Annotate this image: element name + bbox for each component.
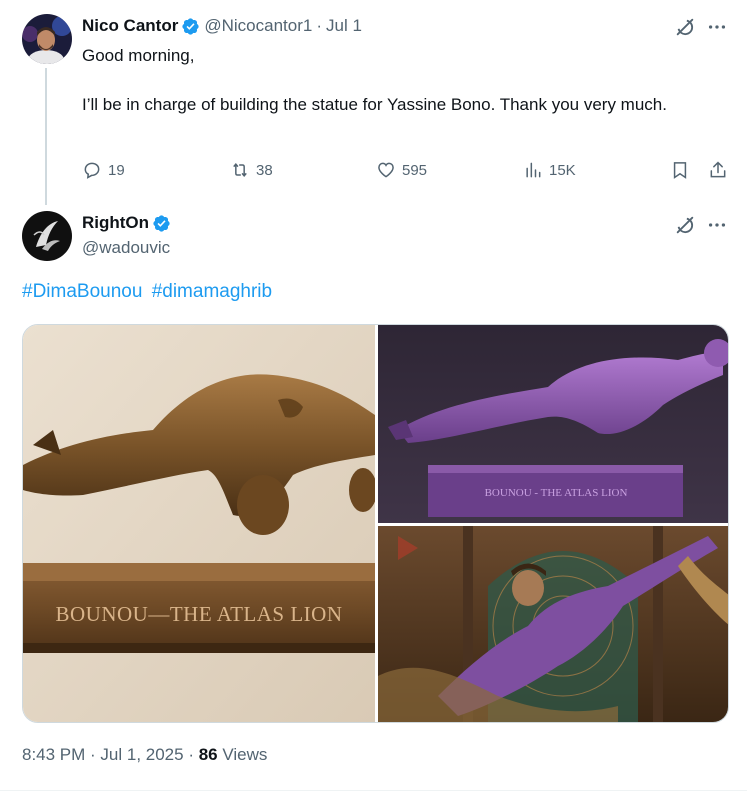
retweet-icon <box>233 162 247 178</box>
tweet-date[interactable]: Jul 1 <box>326 16 362 36</box>
hashtags: #DimaBounou #dimamaghrib <box>22 281 276 303</box>
media-image-3[interactable] <box>378 526 728 722</box>
tweet-timestamp[interactable]: 8:43 PM · Jul 1, 2025 · 86 Views <box>22 745 267 765</box>
tweet1-header: Nico Cantor @Nicocantor1 · Jul 1 <box>82 16 362 36</box>
media-grid: BOUNOU—THE ATLAS LION BOUNOU - THE ATLAS… <box>22 324 729 723</box>
reply-icon <box>84 162 100 179</box>
hashtag-link[interactable]: #dimamaghrib <box>152 281 272 302</box>
plaque-text: BOUNOU—THE ATLAS LION <box>56 602 343 626</box>
views-label: Views <box>217 745 268 764</box>
tweet2-header: RightOn <box>82 213 171 233</box>
retweet-button[interactable]: 38 <box>230 160 273 180</box>
bookmark-icon[interactable] <box>670 160 690 180</box>
avatar-nico-cantor[interactable] <box>22 14 72 64</box>
author-name[interactable]: RightOn <box>82 213 149 233</box>
bottom-divider <box>0 790 747 791</box>
verified-badge-icon <box>182 17 199 35</box>
share-icon[interactable] <box>708 160 728 180</box>
hashtag-link[interactable]: #DimaBounou <box>22 281 142 302</box>
verified-badge-icon <box>153 214 170 232</box>
views-icon <box>526 162 541 178</box>
timestamp-text: 8:43 PM · Jul 1, 2025 · <box>22 745 199 764</box>
author-name[interactable]: Nico Cantor <box>82 16 178 36</box>
thread-connector-line <box>45 68 47 205</box>
grok-icon[interactable] <box>674 16 696 38</box>
reply-button[interactable]: 19 <box>82 160 125 180</box>
views-count: 15K <box>549 161 576 179</box>
like-icon <box>378 162 394 178</box>
views-count-bold: 86 <box>198 745 218 764</box>
grok-icon[interactable] <box>674 214 696 236</box>
more-icon[interactable] <box>706 16 728 38</box>
more-icon[interactable] <box>706 214 728 236</box>
retweet-count: 38 <box>256 161 273 179</box>
like-button[interactable]: 595 <box>376 160 427 180</box>
views-button[interactable]: 15K <box>523 160 576 180</box>
separator-dot: · <box>316 16 322 35</box>
plaque-text: BOUNOU - THE ATLAS LION <box>485 487 628 499</box>
media-image-2[interactable]: BOUNOU - THE ATLAS LION <box>378 325 728 523</box>
author-handle[interactable]: @Nicocantor1 <box>204 16 312 36</box>
like-count: 595 <box>402 161 428 179</box>
reply-count: 19 <box>108 161 125 179</box>
tweet1-body: I’ll be in charge of building the statue… <box>82 95 667 114</box>
author-handle[interactable]: @wadouvic <box>82 238 170 258</box>
tweet1-greeting: Good morning, <box>82 46 195 65</box>
tweet2-handle-row: @wadouvic <box>82 238 170 258</box>
avatar-righton[interactable] <box>22 211 72 261</box>
media-image-1[interactable]: BOUNOU—THE ATLAS LION <box>23 325 375 722</box>
